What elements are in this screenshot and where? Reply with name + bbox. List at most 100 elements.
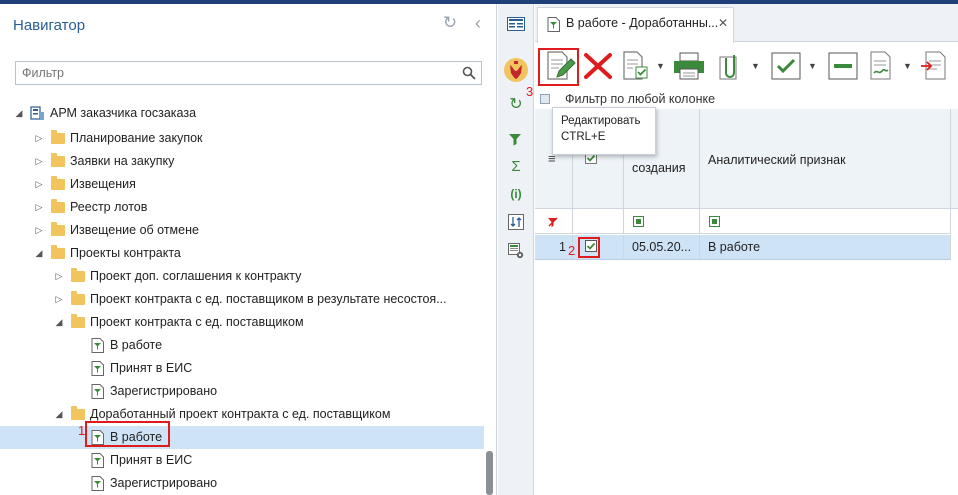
minus-icon[interactable] [825, 49, 861, 83]
grid-settings-icon[interactable] [508, 243, 524, 259]
expand-arrow-icon[interactable]: ▷ [34, 219, 44, 242]
tree-item-revised-single-supplier[interactable]: ◢ Доработанный проект контракта с ед. по… [0, 403, 484, 426]
expand-arrow-icon[interactable]: ▷ [34, 127, 44, 150]
document-filter-icon [91, 361, 104, 376]
collapse-arrow-icon[interactable]: ◢ [34, 242, 44, 265]
tree-item-lots[interactable]: ▷ Реестр лотов [0, 196, 484, 219]
navigator-panel: Навигатор ↻ ‹ ◢ АРМ заказчика госзаказа … [0, 4, 497, 495]
folder-icon [51, 130, 65, 144]
filter-cell-date[interactable] [624, 209, 700, 234]
filter-toggle-icon[interactable] [633, 216, 644, 227]
sort-icon[interactable] [508, 214, 524, 230]
filter-reset-cell[interactable] [535, 209, 573, 234]
delete-icon[interactable] [580, 49, 616, 83]
tree-item-requests[interactable]: ▷ Заявки на закупку [0, 150, 484, 173]
clear-filter-icon[interactable] [547, 216, 559, 228]
column-filter-text: Фильтр по любой колонке [565, 92, 716, 106]
annotation-mark-3: 3 [526, 84, 534, 99]
tree-item-revised-accepted-eis[interactable]: Принят в ЕИС [0, 449, 484, 472]
tooltip-title: Редактировать [561, 115, 641, 127]
tree-item-label: В работе [110, 338, 163, 352]
tree-item-accepted-eis[interactable]: Принят в ЕИС [0, 357, 484, 380]
navigator-filter-input[interactable] [16, 62, 456, 84]
search-icon[interactable] [462, 66, 476, 80]
table-cell-date[interactable]: 05.05.20... [624, 235, 700, 260]
analytic-attribute-header[interactable]: Аналитический признак [700, 109, 951, 209]
document-check-icon[interactable] [619, 49, 655, 83]
tree-item-addendum[interactable]: ▷ Проект доп. соглашения к контракту [0, 265, 484, 288]
sign-document-icon[interactable] [865, 49, 901, 83]
folder-icon [51, 199, 65, 213]
document-filter-icon [91, 338, 104, 353]
refresh-icon[interactable]: ↻ [441, 14, 459, 32]
folder-icon [71, 314, 85, 328]
navigator-filter[interactable] [15, 61, 482, 85]
data-grid: ≡ ... создания Аналитический признак 1 0… [535, 109, 958, 495]
tree-item-label: Принят в ЕИС [110, 453, 193, 467]
collapse-arrow-icon[interactable]: ◢ [54, 311, 64, 334]
tree-item-label: Проект контракта с ед. поставщиком в рез… [90, 292, 447, 306]
tree-item-contract-projects[interactable]: ◢ Проекты контракта [0, 242, 484, 265]
expand-arrow-icon[interactable]: ▷ [34, 196, 44, 219]
expand-arrow-icon[interactable]: ▷ [34, 173, 44, 196]
tree-item-single-supplier[interactable]: ◢ Проект контракта с ед. поставщиком [0, 311, 484, 334]
filter-cell-attr[interactable] [700, 209, 951, 234]
highlight-box-1 [85, 421, 170, 447]
tree-item-label: Зарегистрировано [110, 476, 218, 490]
tree-item-cancel-notice[interactable]: ▷ Извещение об отмене [0, 219, 484, 242]
refresh-grid-icon[interactable]: ↻ [507, 96, 525, 114]
tree-item-revised-registered[interactable]: Зарегистрировано [0, 472, 484, 495]
tree-item-label: Заявки на закупку [70, 154, 175, 168]
chevron-down-icon[interactable]: ▼ [903, 61, 912, 71]
chevron-down-icon[interactable]: ▼ [656, 61, 665, 71]
tree-scrollbar[interactable] [486, 451, 493, 495]
filter-icon[interactable] [508, 132, 522, 146]
navigator-title: Навигатор [13, 17, 86, 34]
tree-item-label: Реестр лотов [70, 200, 148, 214]
chevron-down-icon[interactable]: ▼ [751, 61, 760, 71]
tree-item-in-work[interactable]: В работе [0, 334, 484, 357]
tree-item-revised-in-work[interactable]: В работе [0, 426, 484, 449]
tree-item-label: Извещения [70, 177, 136, 191]
document-send-icon[interactable] [918, 49, 954, 83]
collapse-panel-icon[interactable]: ‹ [470, 14, 486, 32]
filter-toggle-icon[interactable] [709, 216, 720, 227]
tree-item-registered[interactable]: Зарегистрировано [0, 380, 484, 403]
collapse-arrow-icon[interactable]: ◢ [54, 403, 64, 426]
expand-arrow-icon[interactable]: ▷ [34, 150, 44, 173]
table-cell-attr[interactable]: В работе [700, 235, 951, 260]
header-scroll-spacer [951, 109, 958, 209]
highlight-box-3 [538, 48, 579, 86]
expand-arrow-icon[interactable]: ▷ [54, 288, 64, 311]
print-icon[interactable] [671, 49, 707, 83]
tree-item-planning[interactable]: ▷ Планирование закупок [0, 127, 484, 150]
main-toolbar: ▼ ▼ ▼ ▼ [535, 43, 958, 89]
folder-icon [71, 406, 85, 420]
approve-icon[interactable] [768, 49, 804, 83]
document-filter-icon [91, 476, 104, 491]
emblem-icon [504, 58, 528, 82]
filter-toggle-icon[interactable] [540, 94, 550, 104]
column-filter-line[interactable]: Фильтр по любой колонке [535, 89, 958, 109]
column-header-label-line2: создания [632, 161, 686, 175]
cell-value: 05.05.20... [632, 240, 692, 254]
expand-arrow-icon[interactable]: ▷ [54, 265, 64, 288]
tab-in-work[interactable]: В работе - Доработанны... ✕ [537, 7, 734, 43]
folder-icon [51, 153, 65, 167]
side-toolbar: ↻ Σ (i) [498, 4, 534, 495]
collapse-arrow-icon[interactable]: ◢ [14, 102, 24, 125]
document-filter-icon [547, 17, 560, 32]
tree-item-label: Извещение об отмене [70, 223, 199, 237]
navigator-tree: ◢ АРМ заказчика госзаказа ▷ Планирование… [0, 100, 484, 495]
tree-item-single-supplier-failed[interactable]: ▷ Проект контракта с ед. поставщиком в р… [0, 288, 484, 311]
sum-icon[interactable]: Σ [507, 158, 525, 176]
folder-icon [71, 291, 85, 305]
info-icon[interactable]: (i) [507, 185, 525, 203]
attachment-icon[interactable] [714, 49, 750, 83]
form-view-icon[interactable] [507, 17, 525, 31]
chevron-down-icon[interactable]: ▼ [808, 61, 817, 71]
filter-cell-select[interactable] [573, 209, 624, 234]
close-tab-icon[interactable]: ✕ [718, 16, 728, 30]
tree-item-notices[interactable]: ▷ Извещения [0, 173, 484, 196]
tree-item-arm[interactable]: ◢ АРМ заказчика госзаказа [0, 102, 484, 125]
